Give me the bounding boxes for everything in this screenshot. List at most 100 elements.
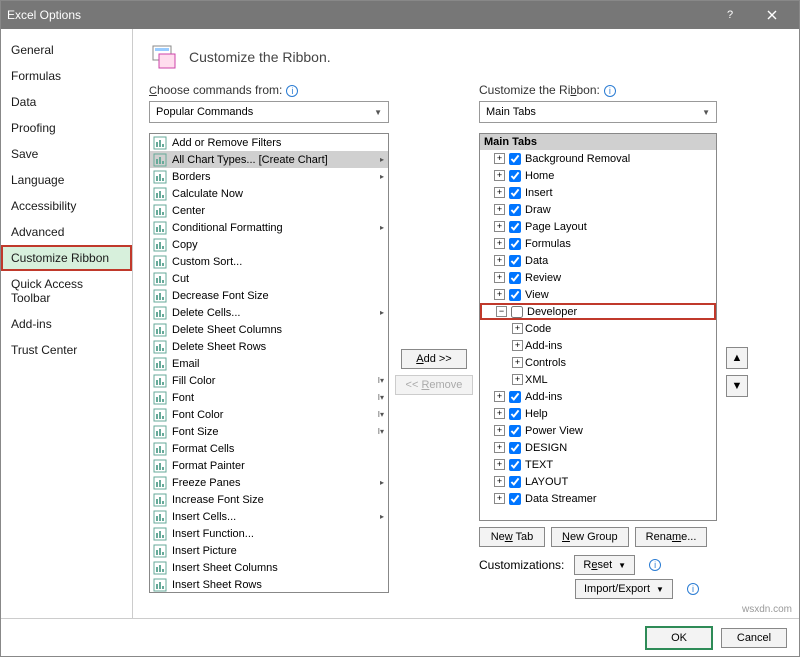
command-item[interactable]: Delete Cells...▸	[150, 304, 388, 321]
tree-item[interactable]: +Review	[480, 269, 716, 286]
info-icon[interactable]: i	[649, 559, 661, 571]
tree-item[interactable]: +TEXT	[480, 456, 716, 473]
tab-checkbox[interactable]	[509, 221, 521, 233]
tree-item[interactable]: +Background Removal	[480, 150, 716, 167]
sidebar-item-advanced[interactable]: Advanced	[1, 219, 132, 245]
tree-item[interactable]: +Home	[480, 167, 716, 184]
sidebar-item-proofing[interactable]: Proofing	[1, 115, 132, 141]
command-item[interactable]: Insert Sheet Rows	[150, 576, 388, 593]
expander-icon[interactable]: +	[494, 459, 505, 470]
command-item[interactable]: Insert Cells...▸	[150, 508, 388, 525]
expander-icon[interactable]: +	[494, 493, 505, 504]
expander-icon[interactable]: +	[512, 323, 523, 334]
command-item[interactable]: Insert Sheet Columns	[150, 559, 388, 576]
tab-checkbox[interactable]	[509, 255, 521, 267]
tab-checkbox[interactable]	[509, 204, 521, 216]
command-item[interactable]: Copy	[150, 236, 388, 253]
tree-item[interactable]: +Add-ins	[480, 388, 716, 405]
expander-icon[interactable]: +	[494, 289, 505, 300]
commands-source-combo[interactable]: Popular Commands▼	[149, 101, 389, 123]
expander-icon[interactable]: +	[494, 255, 505, 266]
expander-icon[interactable]: +	[512, 340, 523, 351]
expander-icon[interactable]: +	[494, 408, 505, 419]
command-item[interactable]: Center	[150, 202, 388, 219]
info-icon[interactable]: i	[604, 85, 616, 97]
sidebar-item-accessibility[interactable]: Accessibility	[1, 193, 132, 219]
expander-icon[interactable]: +	[494, 187, 505, 198]
expander-icon[interactable]: +	[494, 442, 505, 453]
move-up-button[interactable]: ▲	[726, 347, 748, 369]
sidebar-item-formulas[interactable]: Formulas	[1, 63, 132, 89]
command-item[interactable]: Custom Sort...	[150, 253, 388, 270]
tree-item[interactable]: +Formulas	[480, 235, 716, 252]
tree-item[interactable]: +Page Layout	[480, 218, 716, 235]
tab-checkbox[interactable]	[509, 153, 521, 165]
ribbon-target-combo[interactable]: Main Tabs▼	[479, 101, 717, 123]
command-item[interactable]: Fill ColorI▾	[150, 372, 388, 389]
expander-icon[interactable]: +	[494, 391, 505, 402]
tab-checkbox[interactable]	[511, 306, 523, 318]
command-item[interactable]: Email	[150, 355, 388, 372]
expander-icon[interactable]: +	[494, 272, 505, 283]
tree-item[interactable]: +Draw	[480, 201, 716, 218]
info-icon[interactable]: i	[286, 85, 298, 97]
ribbon-tree[interactable]: Main Tabs+Background Removal+Home+Insert…	[479, 133, 717, 521]
tree-item[interactable]: +Data Streamer	[480, 490, 716, 507]
command-item[interactable]: FontI▾	[150, 389, 388, 406]
command-item[interactable]: Conditional Formatting▸	[150, 219, 388, 236]
tab-checkbox[interactable]	[509, 442, 521, 454]
expander-icon[interactable]: +	[494, 204, 505, 215]
new-group-button[interactable]: New Group	[551, 527, 629, 547]
command-item[interactable]: Freeze Panes▸	[150, 474, 388, 491]
move-down-button[interactable]: ▼	[726, 375, 748, 397]
sidebar-item-trust-center[interactable]: Trust Center	[1, 337, 132, 363]
tree-item[interactable]: +Controls	[480, 354, 716, 371]
sidebar-item-language[interactable]: Language	[1, 167, 132, 193]
tab-checkbox[interactable]	[509, 272, 521, 284]
tree-item[interactable]: +View	[480, 286, 716, 303]
expander-icon[interactable]: +	[512, 374, 523, 385]
expander-icon[interactable]: +	[494, 170, 505, 181]
command-item[interactable]: Borders▸	[150, 168, 388, 185]
sidebar-item-save[interactable]: Save	[1, 141, 132, 167]
command-item[interactable]: Format Painter	[150, 457, 388, 474]
tab-checkbox[interactable]	[509, 170, 521, 182]
help-button[interactable]: ?	[709, 1, 751, 29]
command-item[interactable]: Insert Function...	[150, 525, 388, 542]
expander-icon[interactable]: +	[512, 357, 523, 368]
command-item[interactable]: Add or Remove Filters	[150, 134, 388, 151]
tab-checkbox[interactable]	[509, 476, 521, 488]
expander-icon[interactable]: +	[494, 221, 505, 232]
tree-item[interactable]: +LAYOUT	[480, 473, 716, 490]
tree-item[interactable]: +Code	[480, 320, 716, 337]
close-button[interactable]	[751, 1, 793, 29]
command-item[interactable]: Insert Picture	[150, 542, 388, 559]
tab-checkbox[interactable]	[509, 425, 521, 437]
commands-listbox[interactable]: Add or Remove FiltersAll Chart Types... …	[149, 133, 389, 593]
reset-dropdown[interactable]: Reset▼	[574, 555, 635, 575]
command-item[interactable]: Font SizeI▾	[150, 423, 388, 440]
command-item[interactable]: Delete Sheet Columns	[150, 321, 388, 338]
tab-checkbox[interactable]	[509, 238, 521, 250]
info-icon[interactable]: i	[687, 583, 699, 595]
tree-item[interactable]: +Insert	[480, 184, 716, 201]
expander-icon[interactable]: +	[494, 238, 505, 249]
expander-icon[interactable]: +	[494, 476, 505, 487]
tab-checkbox[interactable]	[509, 459, 521, 471]
add-button[interactable]: Add >>	[401, 349, 467, 369]
tree-item[interactable]: +Help	[480, 405, 716, 422]
tree-item[interactable]: +DESIGN	[480, 439, 716, 456]
tab-checkbox[interactable]	[509, 408, 521, 420]
sidebar-item-add-ins[interactable]: Add-ins	[1, 311, 132, 337]
import-export-dropdown[interactable]: Import/Export▼	[575, 579, 673, 599]
command-item[interactable]: Cut	[150, 270, 388, 287]
command-item[interactable]: All Chart Types... [Create Chart]▸	[150, 151, 388, 168]
cancel-button[interactable]: Cancel	[721, 628, 787, 648]
sidebar-item-general[interactable]: General	[1, 37, 132, 63]
sidebar-item-quick-access-toolbar[interactable]: Quick Access Toolbar	[1, 271, 132, 311]
rename-button[interactable]: Rename...	[635, 527, 708, 547]
command-item[interactable]: Font ColorI▾	[150, 406, 388, 423]
tab-checkbox[interactable]	[509, 391, 521, 403]
tree-item[interactable]: +Power View	[480, 422, 716, 439]
expander-icon[interactable]: +	[494, 425, 505, 436]
